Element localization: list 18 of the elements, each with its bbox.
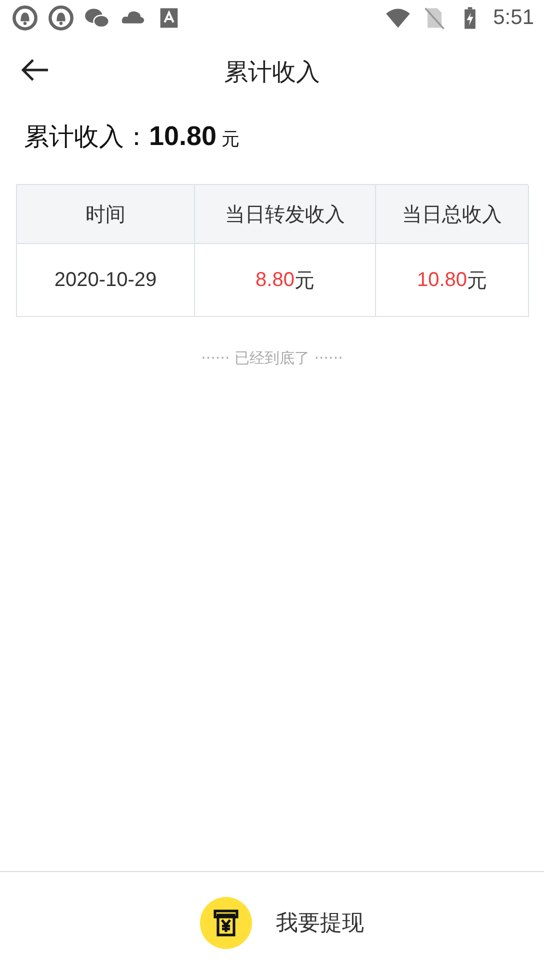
total-amount: 10.80: [149, 121, 217, 152]
back-button[interactable]: [20, 58, 50, 82]
end-of-list-note: ······ 已经到底了 ······: [200, 349, 344, 368]
page-title: 累计收入: [224, 57, 320, 88]
cash-register-icon: [200, 896, 252, 948]
column-header: 时间: [17, 185, 195, 244]
back-arrow-icon: [20, 58, 50, 82]
status-time: 5:51: [493, 6, 534, 30]
table-cell: 2020-10-29: [17, 244, 195, 317]
table-cell: 8.80元: [195, 244, 376, 317]
bell-app-icon: [12, 5, 38, 31]
column-header: 当日总收入: [376, 185, 529, 244]
column-header: 当日转发收入: [195, 185, 376, 244]
withdraw-button[interactable]: 我要提现: [200, 896, 364, 948]
total-label: 累计收入：: [24, 121, 149, 153]
total-unit: 元: [222, 128, 240, 151]
table-cell: 10.80元: [376, 244, 529, 317]
bell-app-icon: [48, 5, 74, 31]
